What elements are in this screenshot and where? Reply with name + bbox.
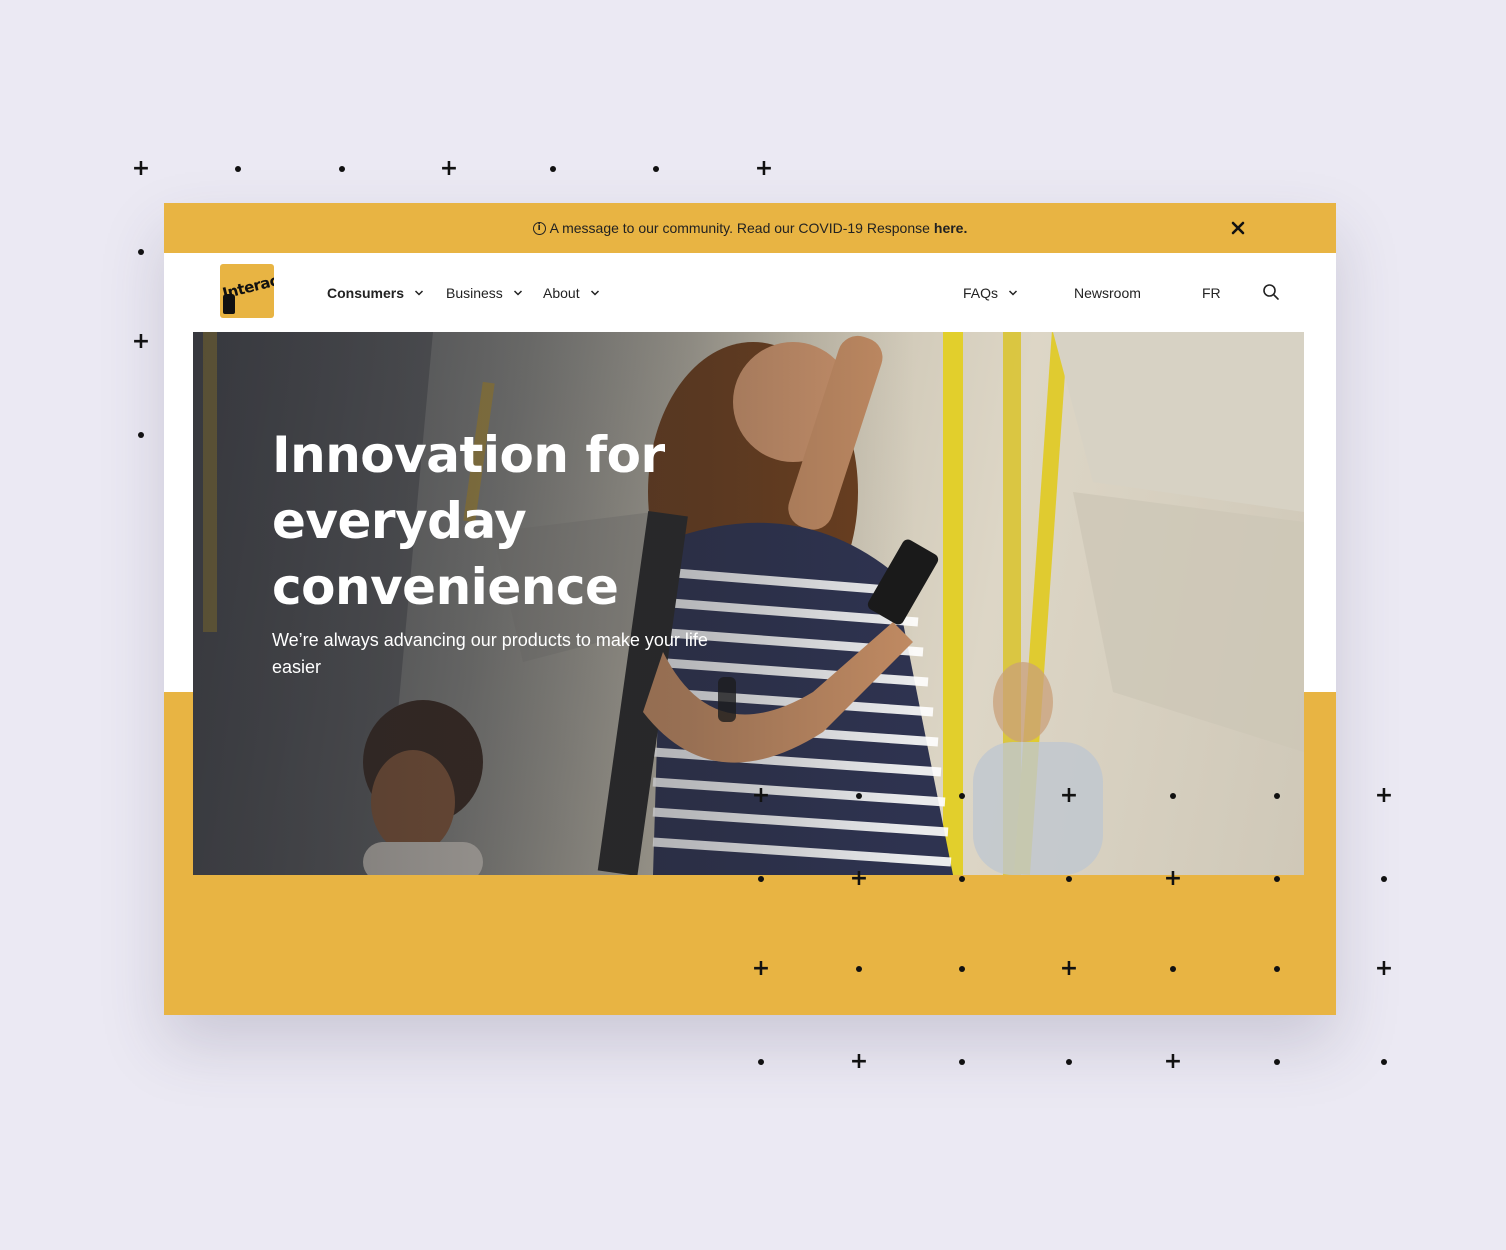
covid-banner: i A message to our community. Read our C… [164, 203, 1336, 253]
decoration-plus: + [754, 156, 774, 181]
decoration-plus: + [1374, 783, 1394, 808]
close-icon[interactable] [1226, 216, 1250, 240]
banner-link[interactable]: here. [934, 220, 967, 236]
nav-language-toggle[interactable]: FR [1202, 253, 1221, 332]
banner-message: A message to our community. Read our COV… [549, 220, 930, 236]
decoration-plus: + [1374, 956, 1394, 981]
nav-label: FR [1202, 284, 1221, 301]
nav-faqs[interactable]: FAQs [963, 253, 1018, 332]
decoration-dot [235, 166, 241, 172]
hero-subtitle: We’re always advancing our products to m… [272, 630, 708, 677]
browser-window: i A message to our community. Read our C… [164, 203, 1336, 1015]
chevron-down-icon [590, 289, 599, 296]
nav-business[interactable]: Business [446, 253, 523, 332]
decoration-dot [1066, 1059, 1072, 1065]
nav-newsroom[interactable]: Newsroom [1074, 253, 1141, 332]
decoration-dot [1274, 1059, 1280, 1065]
decoration-plus: + [849, 1049, 869, 1074]
nav-label: Newsroom [1074, 284, 1141, 301]
decoration-plus: + [1163, 1049, 1183, 1074]
nav-label: FAQs [963, 284, 999, 301]
nav-label: Consumers [327, 284, 405, 301]
nav-label: Business [446, 284, 503, 301]
decoration-dot [550, 166, 556, 172]
search-icon[interactable] [1262, 283, 1280, 301]
chevron-down-icon [1008, 289, 1018, 296]
chevron-down-icon [513, 289, 522, 296]
hero-image: Innovation for everyday convenience We’r… [193, 332, 1304, 875]
nav-label: About [543, 284, 580, 301]
hero-title: Innovation for everyday convenience [272, 426, 665, 616]
decoration-plus: + [131, 329, 151, 354]
decoration-plus: + [131, 156, 151, 181]
decoration-plus: + [439, 156, 459, 181]
decoration-dot [758, 1059, 764, 1065]
decoration-dot [138, 249, 144, 255]
nav-about[interactable]: About [543, 253, 600, 332]
interac-logo[interactable]: Interac [220, 264, 274, 318]
logo-hand-icon [223, 294, 235, 314]
info-icon: i [532, 221, 546, 235]
main-navbar: Interac Consumers Business About FAQs Ne… [164, 253, 1336, 332]
chevron-down-icon [415, 289, 424, 296]
decoration-dot [138, 432, 144, 438]
decoration-dot [1381, 876, 1387, 882]
nav-consumers[interactable]: Consumers [327, 253, 424, 332]
decoration-dot [1381, 1059, 1387, 1065]
decoration-dot [959, 1059, 965, 1065]
decoration-dot [653, 166, 659, 172]
decoration-dot [339, 166, 345, 172]
